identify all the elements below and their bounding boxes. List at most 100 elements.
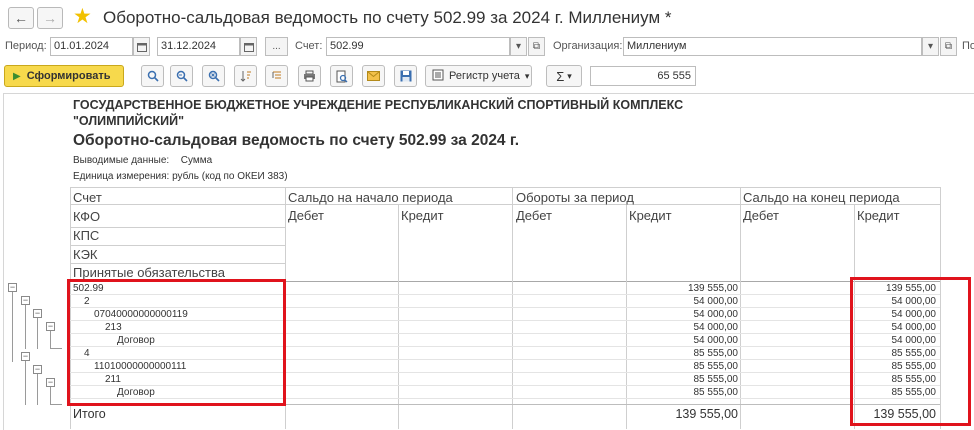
register-label: Регистр учета [449, 70, 520, 82]
account-field[interactable]: 502.99 [326, 37, 510, 56]
tree-line [50, 404, 62, 405]
highlight-box-closing-credit [850, 277, 971, 426]
row-turnover-credit[interactable]: 85 555,00 [628, 347, 739, 360]
account-dropdown-icon[interactable]: ▾ [510, 37, 527, 56]
organization-name: ГОСУДАРСТВЕННОЕ БЮДЖЕТНОЕ УЧРЕЖДЕНИЕ РЕС… [73, 97, 683, 129]
row-turnover-credit[interactable]: 54 000,00 [628, 321, 739, 334]
generate-button[interactable]: ▶ Сформировать [4, 65, 124, 87]
organization-dropdown-icon[interactable]: ▾ [922, 37, 939, 56]
header-turnover: Обороты за период [516, 190, 634, 205]
tree-line [37, 318, 38, 349]
generate-button-label: Сформировать [26, 70, 111, 82]
sort-icon[interactable] [234, 65, 257, 87]
header-closing-debit: Дебет [743, 208, 779, 223]
cut-off-label: По [962, 40, 974, 52]
sigma-icon: Σ [556, 68, 565, 84]
back-button[interactable]: ← [8, 7, 34, 29]
output-data-value: Сумма [180, 155, 213, 166]
period-label: Период: [5, 40, 47, 52]
header-kps: КПС [73, 228, 100, 243]
tree-line [50, 348, 62, 349]
tree-collapse-icon[interactable]: − [46, 378, 55, 387]
header-obligations: Принятые обязательства [73, 265, 225, 280]
print-icon[interactable] [298, 65, 321, 87]
tree-line [50, 387, 51, 405]
organization-name-line2: "ОЛИМПИЙСКИЙ" [73, 114, 185, 128]
header-opening-balance: Сальдо на начало периода [288, 190, 453, 205]
total-turnover-credit[interactable]: 139 555,00 [628, 406, 738, 422]
organization-field[interactable]: Миллениум [623, 37, 922, 56]
organization-open-icon[interactable]: ⧉ [940, 37, 957, 56]
period-select-button[interactable]: ... [265, 37, 288, 56]
account-label: Счет: [295, 40, 323, 52]
save-icon[interactable] [394, 65, 417, 87]
row-turnover-credit[interactable]: 139 555,00 [628, 282, 738, 295]
row-turnover-credit[interactable]: 85 555,00 [628, 386, 739, 399]
window-title: Оборотно-сальдовая ведомость по счету 50… [103, 8, 672, 27]
row-turnover-credit[interactable]: 54 000,00 [628, 295, 739, 308]
chevron-down-icon: ▾ [524, 70, 530, 81]
row-turnover-credit[interactable]: 85 555,00 [628, 373, 739, 386]
tree-line [25, 305, 26, 349]
search-next-icon[interactable] [170, 65, 193, 87]
date-to-field[interactable]: 31.12.2024 [157, 37, 240, 56]
header-opening-debit: Дебет [288, 208, 324, 223]
arrow-right-icon: → [43, 10, 57, 26]
tree-collapse-icon[interactable]: − [8, 283, 17, 292]
unit-line: Единица измерения: рубль (код по ОКЕИ 38… [73, 171, 288, 182]
header-top-line [70, 187, 940, 188]
tree-collapse-icon[interactable]: − [21, 296, 30, 305]
play-icon: ▶ [13, 70, 21, 82]
group-icon[interactable] [265, 65, 288, 87]
organization-name-line1: ГОСУДАРСТВЕННОЕ БЮДЖЕТНОЕ УЧРЕЖДЕНИЕ РЕС… [73, 98, 684, 112]
kek-line [70, 263, 285, 264]
header-turnover-debit: Дебет [516, 208, 552, 223]
output-data-label: Выводимые данные: [73, 155, 170, 166]
header-closing-credit: Кредит [857, 208, 900, 223]
row-turnover-credit[interactable]: 54 000,00 [628, 334, 739, 347]
kfo-line [70, 227, 285, 228]
row-turnover-credit[interactable]: 54 000,00 [628, 308, 739, 321]
sum-value-field: 65 555 [590, 66, 696, 86]
tree-line [50, 331, 51, 349]
report-title: Оборотно-сальдовая ведомость по счету 50… [73, 132, 520, 149]
header-account: Счет [73, 190, 102, 205]
account-open-icon[interactable]: ⧉ [528, 37, 545, 56]
header-kek: КЭК [73, 247, 98, 262]
tree-line [37, 374, 38, 405]
chevron-down-icon: ▾ [567, 70, 572, 81]
register-icon [432, 69, 444, 84]
date-from-field[interactable]: 01.01.2024 [50, 37, 133, 56]
favorite-star-icon[interactable]: ★ [73, 5, 92, 29]
search-clear-icon[interactable] [202, 65, 225, 87]
col-line-closing [740, 187, 741, 429]
calendar-to-icon[interactable] [240, 37, 257, 56]
accounting-register-button[interactable]: Регистр учета ▾ [425, 65, 532, 87]
kps-line [70, 245, 285, 246]
arrow-left-icon: ← [14, 10, 28, 26]
calendar-from-icon[interactable] [133, 37, 150, 56]
col-line-turnover [512, 187, 513, 429]
preview-icon[interactable] [330, 65, 353, 87]
output-data-line: Выводимые данные: Сумма [73, 155, 212, 166]
tree-collapse-icon[interactable]: − [46, 322, 55, 331]
highlight-box-accounts [67, 279, 286, 406]
tree-line [12, 292, 13, 362]
header-turnover-credit: Кредит [629, 208, 672, 223]
tree-collapse-icon[interactable]: − [33, 365, 42, 374]
header-closing-balance: Сальдо на конец периода [743, 190, 900, 205]
header-opening-credit: Кредит [401, 208, 444, 223]
tree-collapse-icon[interactable]: − [33, 309, 42, 318]
sum-button[interactable]: Σ ▾ [546, 65, 582, 87]
email-icon[interactable] [362, 65, 385, 87]
total-label: Итого [73, 407, 106, 421]
organization-label: Организация: [553, 40, 623, 52]
forward-button[interactable]: → [37, 7, 63, 29]
col-line-opening-credit [398, 204, 399, 429]
search-icon[interactable] [141, 65, 164, 87]
row-turnover-credit[interactable]: 85 555,00 [628, 360, 739, 373]
header-kfo: КФО [73, 209, 101, 224]
col-line-turnover-credit [626, 204, 627, 429]
tree-collapse-icon[interactable]: − [21, 352, 30, 361]
tree-line [25, 361, 26, 405]
